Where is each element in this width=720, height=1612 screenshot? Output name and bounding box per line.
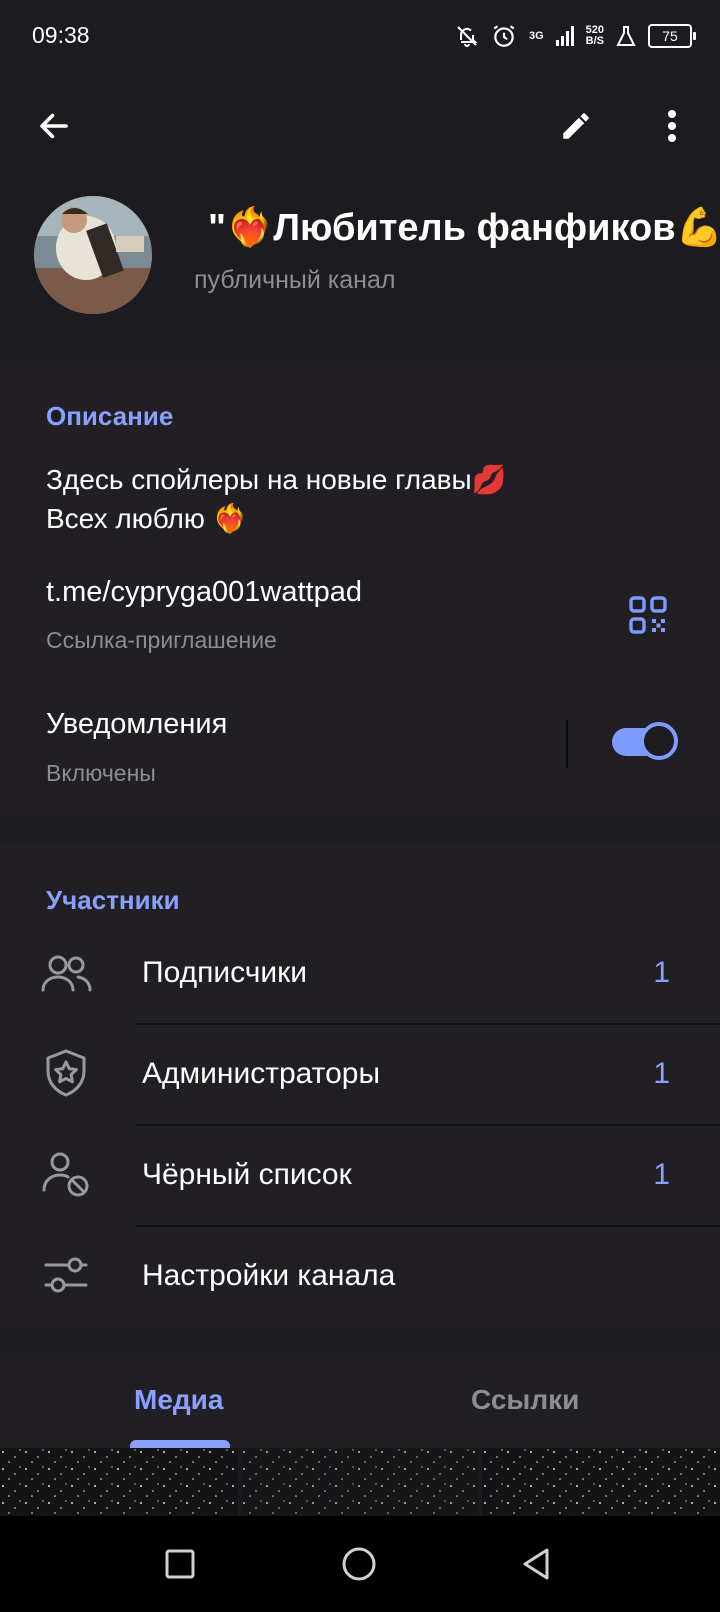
recents-button[interactable] (164, 1548, 196, 1580)
arrow-left-icon (40, 113, 68, 139)
thumbnail-image (241, 1448, 479, 1516)
flask-icon (616, 26, 636, 46)
description-line: Всех люблю ❤️‍🔥 (46, 503, 248, 534)
invite-link[interactable]: t.me/cypryga001wattpad (46, 576, 362, 609)
blacklist-row[interactable] (0, 1126, 720, 1226)
home-button[interactable] (341, 1546, 377, 1582)
alarm-icon (493, 25, 515, 47)
media-thumbnail[interactable] (241, 1448, 479, 1516)
signal-icon (555, 26, 574, 46)
battery-indicator: 75 (648, 24, 696, 48)
channel-description[interactable]: Здесь спойлеры на новые главы💋 Всех любл… (46, 460, 507, 538)
status-time: 09:38 (32, 22, 90, 48)
status-bar: 09:38 3G 520 B/S 75 (0, 0, 720, 72)
media-thumbnail[interactable] (482, 1448, 720, 1516)
thumbnail-image (0, 1448, 238, 1516)
toggle-knob (640, 722, 678, 760)
tab-media[interactable]: Медиа (134, 1384, 223, 1416)
channel-avatar[interactable] (34, 196, 152, 314)
system-nav-bar (0, 1516, 720, 1612)
qr-code-button[interactable] (620, 587, 676, 643)
row-count: 1 (653, 1057, 670, 1090)
row-label: Подписчики (142, 956, 308, 989)
description-line: Здесь спойлеры на новые главы💋 (46, 464, 507, 495)
pencil-icon (563, 113, 589, 139)
invite-link-caption: Ссылка-приглашение (46, 627, 277, 653)
shield-star-icon (46, 1049, 86, 1097)
subscribers-row[interactable] (0, 924, 720, 1024)
status-icons: 3G 520 B/S 75 (455, 20, 696, 52)
media-thumbnail[interactable] (0, 1448, 238, 1516)
more-vertical-icon (668, 110, 676, 142)
channel-type: публичный канал (194, 266, 396, 294)
network-type: 3G (528, 29, 544, 42)
bell-off-icon (457, 26, 478, 47)
notifications-state: Включены (46, 760, 156, 786)
row-label: Настройки канала (142, 1259, 396, 1292)
more-button[interactable] (644, 98, 700, 154)
tab-links[interactable]: Ссылки (471, 1384, 579, 1416)
back-nav-button[interactable] (520, 1546, 552, 1582)
channel-name: "❤️‍🔥Любитель фанфиков💪 (208, 207, 720, 249)
people-icon (41, 955, 92, 992)
net-speed: 520 B/S (585, 24, 604, 47)
back-button[interactable] (26, 98, 82, 154)
description-title: Описание (46, 401, 174, 431)
row-label: Чёрный список (142, 1158, 352, 1191)
qr-code-icon (629, 596, 667, 634)
notifications-label: Уведомления (46, 708, 228, 740)
media-tabs (0, 1352, 720, 1448)
sliders-icon (44, 1257, 88, 1293)
user-blocked-icon (42, 1152, 89, 1197)
row-count: 1 (653, 956, 670, 989)
divider (566, 720, 568, 768)
members-title: Участники (46, 885, 180, 915)
thumbnail-image (482, 1448, 720, 1516)
row-label: Администраторы (142, 1057, 381, 1090)
tab-indicator (130, 1440, 230, 1448)
edit-button[interactable] (548, 98, 604, 154)
avatar-image (34, 196, 152, 314)
row-count: 1 (653, 1158, 670, 1191)
